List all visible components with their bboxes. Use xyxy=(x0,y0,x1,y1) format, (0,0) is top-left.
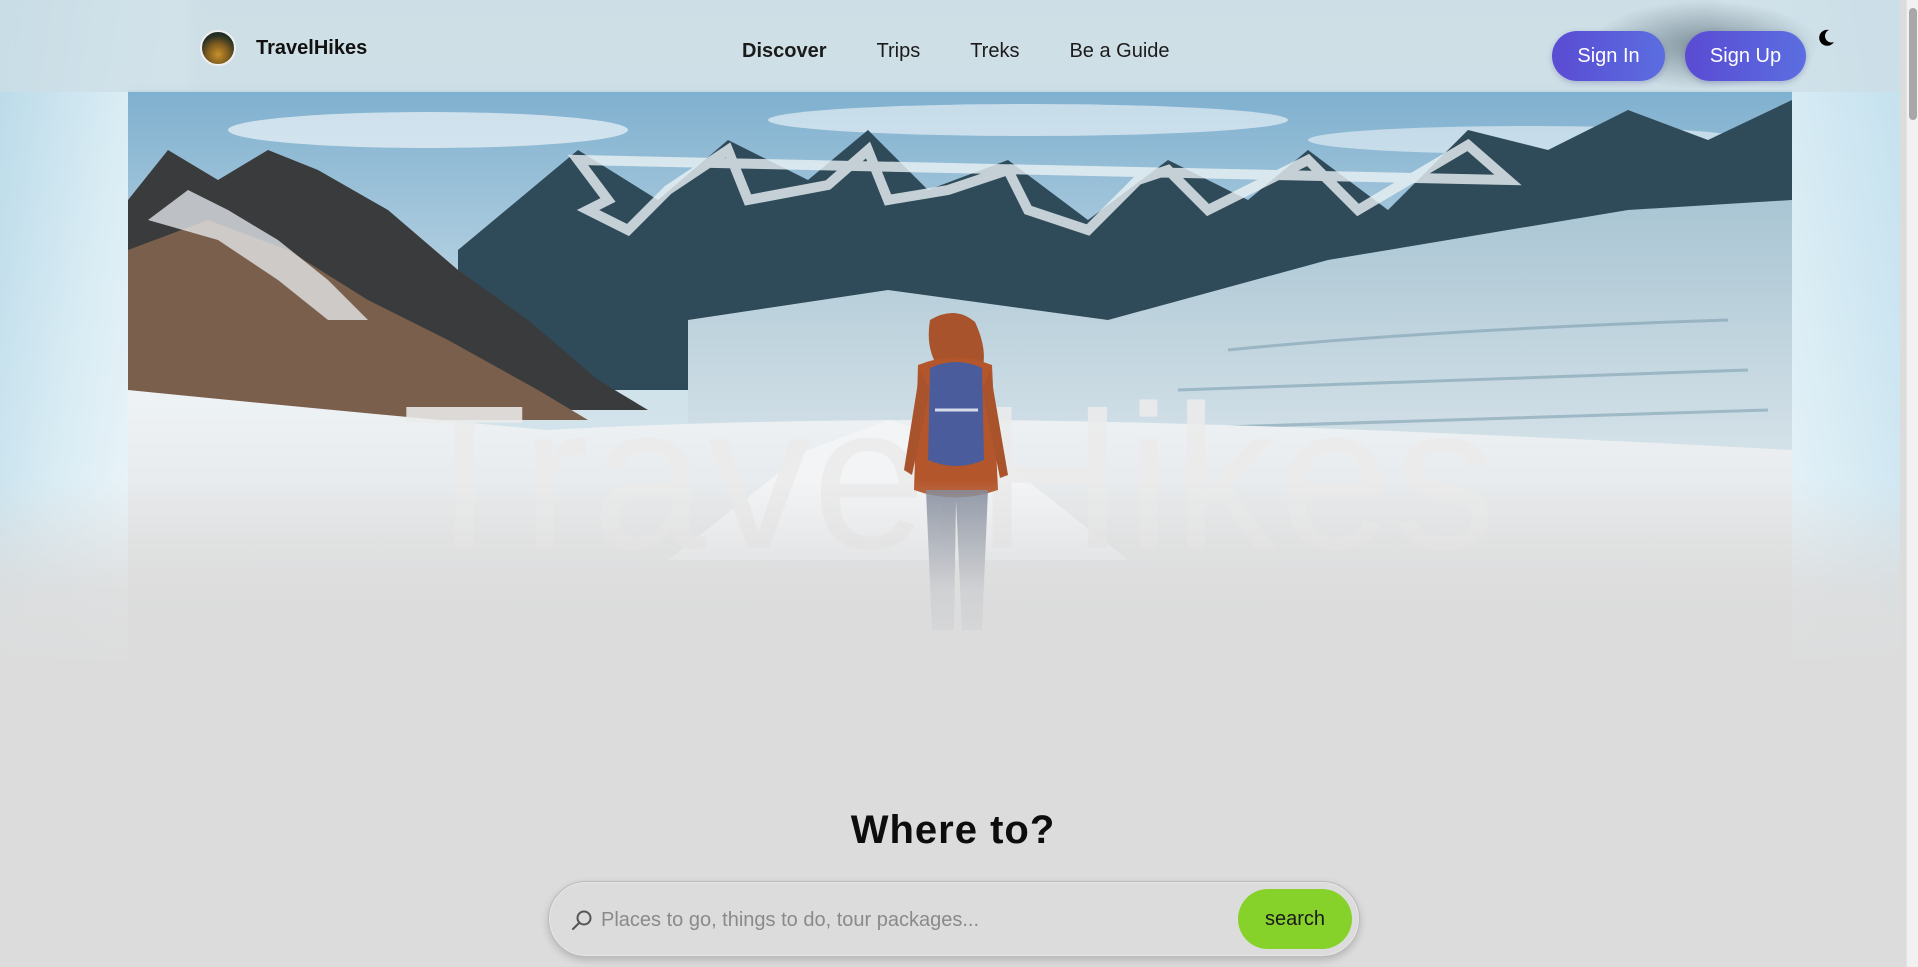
search-heading: Where to? xyxy=(850,808,1056,852)
logo-icon[interactable] xyxy=(200,30,236,66)
sign-in-button[interactable]: Sign In xyxy=(1552,31,1665,81)
search-input[interactable] xyxy=(601,900,1241,940)
nav-links: Discover Trips Treks Be a Guide xyxy=(742,40,1220,63)
sign-up-button[interactable]: Sign Up xyxy=(1685,31,1806,81)
nav-link-trips[interactable]: Trips xyxy=(877,40,921,63)
scrollbar-thumb[interactable] xyxy=(1909,8,1917,120)
search-icon xyxy=(572,910,592,930)
nav-link-treks[interactable]: Treks xyxy=(970,40,1019,63)
nav-link-be-a-guide[interactable]: Be a Guide xyxy=(1069,40,1169,63)
hero-section: TravelHikes xyxy=(0,0,1900,660)
scrollbar[interactable] xyxy=(1906,0,1918,967)
brand[interactable]: TravelHikes xyxy=(200,30,367,66)
nav-link-discover[interactable]: Discover xyxy=(742,40,827,63)
moon-icon[interactable] xyxy=(1816,28,1836,48)
hero-fade xyxy=(0,480,1900,660)
navbar: TravelHikes Discover Trips Treks Be a Gu… xyxy=(0,0,1900,92)
search-bar: search xyxy=(548,881,1360,957)
search-button[interactable]: search xyxy=(1238,889,1352,949)
brand-name[interactable]: TravelHikes xyxy=(256,37,367,60)
